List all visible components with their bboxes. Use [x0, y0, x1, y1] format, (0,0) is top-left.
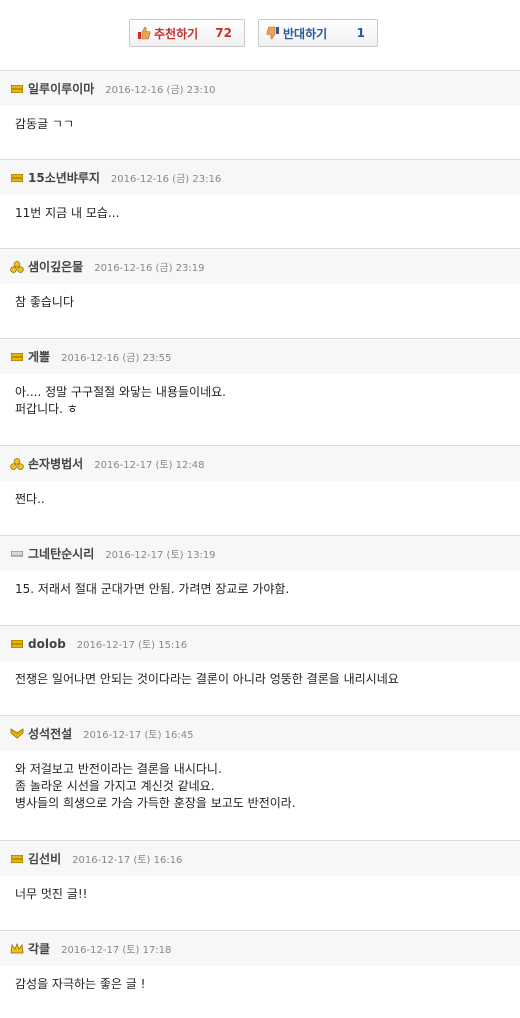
comment-line: 너무 멋진 글!!	[15, 887, 88, 901]
comment-item: 일루이루이마 2016-12-16 (금) 23:10 감동글 ㄱㄱ	[0, 70, 520, 159]
comment-line: 쩐다..	[15, 492, 45, 506]
comment-author[interactable]: 각클	[28, 940, 50, 957]
comment-line: 11번 지금 내 모습...	[15, 206, 120, 220]
oppose-label: 반대하기	[283, 26, 328, 41]
comment-line: 병사들의 희생으로 가슴 가득한 훈장을 보고도 반전이라.	[15, 796, 296, 810]
comment-header: 게뽈 2016-12-16 (금) 23:55	[0, 339, 520, 374]
comment-line: 와 저걸보고 반전이라는 결론을 내시다니.	[15, 762, 222, 776]
comment-line: 퍼갑니다. ㅎ	[15, 402, 78, 416]
oppose-button[interactable]: 반대하기 1	[258, 19, 378, 47]
comment-header: 일루이루이마 2016-12-16 (금) 23:10	[0, 71, 520, 106]
comment-author[interactable]: 15소년뱌루지	[28, 169, 100, 186]
comment-line: 아.... 정말 구구절절 와닿는 내용들이네요.	[15, 385, 226, 399]
level-bar-icon	[10, 852, 24, 866]
thumbs-up-icon	[137, 26, 151, 40]
comment-line: 감동글 ㄱㄱ	[15, 117, 75, 131]
comment-body: 감동글 ㄱㄱ	[0, 106, 520, 133]
comment-body: 와 저걸보고 반전이라는 결론을 내시다니. 좀 놀라운 시선을 가지고 계신것…	[0, 751, 520, 812]
comment-date: 2016-12-17 (토) 13:19	[105, 550, 216, 561]
comment-item: 15소년뱌루지 2016-12-16 (금) 23:16 11번 지금 내 모습…	[0, 159, 520, 248]
comment-date: 2016-12-17 (토) 16:45	[83, 730, 194, 741]
level-crown-icon	[10, 942, 24, 956]
comment-item: 성석전설 2016-12-17 (토) 16:45 와 저걸보고 반전이라는 결…	[0, 715, 520, 840]
comment-header: 15소년뱌루지 2016-12-16 (금) 23:16	[0, 160, 520, 195]
oppose-count: 1	[356, 26, 365, 40]
comment-body: 전쟁은 일어나면 안되는 것이다라는 결론이 아니라 엉뚱한 결론을 내리시네요	[0, 661, 520, 688]
comment-body: 11번 지금 내 모습...	[0, 195, 520, 222]
comment-date: 2016-12-17 (토) 12:48	[94, 460, 205, 471]
comment-author[interactable]: dolob	[28, 637, 66, 651]
recommend-button[interactable]: 추천하기 72	[129, 19, 245, 47]
comment-date: 2016-12-16 (금) 23:19	[94, 263, 205, 274]
comment-date: 2016-12-17 (토) 17:18	[61, 945, 172, 956]
comment-header: 각클 2016-12-17 (토) 17:18	[0, 931, 520, 966]
thumbs-down-icon	[266, 26, 280, 40]
level-bar-icon	[10, 637, 24, 651]
comment-header: 김선비 2016-12-17 (토) 16:16	[0, 841, 520, 876]
comment-line: 감성을 자극하는 좋은 글 !	[15, 977, 146, 991]
level-chevron-icon	[10, 727, 24, 741]
level-bar-icon	[10, 82, 24, 96]
comment-body: 너무 멋진 글!!	[0, 876, 520, 903]
comment-header: 성석전설 2016-12-17 (토) 16:45	[0, 716, 520, 751]
comment-header: 그네탄순시리 2016-12-17 (토) 13:19	[0, 536, 520, 571]
comment-line: 좀 놀라운 시선을 가지고 계신것 같네요.	[15, 779, 215, 793]
comment-line: 15. 저래서 절대 군대가면 안됨. 가려면 장교로 가야함.	[15, 582, 290, 596]
comment-line: 전쟁은 일어나면 안되는 것이다라는 결론이 아니라 엉뚱한 결론을 내리시네요	[15, 672, 399, 686]
comment-header: dolob 2016-12-17 (토) 15:16	[0, 626, 520, 661]
recommend-label: 추천하기	[154, 26, 199, 41]
comment-header: 손자병법서 2016-12-17 (토) 12:48	[0, 446, 520, 481]
comment-date: 2016-12-16 (금) 23:55	[61, 353, 172, 364]
comment-item: 김선비 2016-12-17 (토) 16:16 너무 멋진 글!!	[0, 840, 520, 930]
level-line-icon	[10, 547, 24, 561]
comment-list: 일루이루이마 2016-12-16 (금) 23:10 감동글 ㄱㄱ 15소년뱌…	[0, 70, 520, 1018]
comment-body: 15. 저래서 절대 군대가면 안됨. 가려면 장교로 가야함.	[0, 571, 520, 598]
comment-item: 샘이깊은물 2016-12-16 (금) 23:19 참 좋습니다	[0, 248, 520, 338]
comment-body: 아.... 정말 구구절절 와닿는 내용들이네요. 퍼갑니다. ㅎ	[0, 374, 520, 418]
level-gold-icon	[10, 457, 24, 471]
comment-body: 참 좋습니다	[0, 284, 520, 311]
comment-item: 그네탄순시리 2016-12-17 (토) 13:19 15. 저래서 절대 군…	[0, 535, 520, 625]
comment-line: 참 좋습니다	[15, 295, 75, 309]
comment-date: 2016-12-17 (토) 15:16	[76, 640, 188, 651]
recommend-count: 72	[215, 26, 232, 40]
comment-author[interactable]: 샘이깊은물	[28, 258, 83, 275]
level-bar-icon	[10, 171, 24, 185]
comment-author[interactable]: 그네탄순시리	[28, 545, 94, 562]
comment-date: 2016-12-16 (금) 23:10	[105, 85, 216, 96]
comment-author[interactable]: 김선비	[28, 850, 61, 867]
comment-date: 2016-12-17 (토) 16:16	[72, 855, 183, 866]
comment-item: 게뽈 2016-12-16 (금) 23:55 아.... 정말 구구절절 와닿…	[0, 338, 520, 445]
comment-body: 쩐다..	[0, 481, 520, 508]
comment-author[interactable]: 손자병법서	[28, 455, 83, 472]
level-gold-icon	[10, 260, 24, 274]
comment-header: 샘이깊은물 2016-12-16 (금) 23:19	[0, 249, 520, 284]
comment-body: 감성을 자극하는 좋은 글 !	[0, 966, 520, 993]
comment-item: dolob 2016-12-17 (토) 15:16 전쟁은 일어나면 안되는 …	[0, 625, 520, 715]
comment-item: 손자병법서 2016-12-17 (토) 12:48 쩐다..	[0, 445, 520, 535]
comment-date: 2016-12-16 (금) 23:16	[110, 174, 222, 185]
vote-bar: 추천하기 72 반대하기 1	[0, 0, 520, 70]
comment-author[interactable]: 게뽈	[28, 348, 50, 365]
comment-author[interactable]: 일루이루이마	[28, 80, 94, 97]
comment-author[interactable]: 성석전설	[28, 725, 72, 742]
level-bar-icon	[10, 350, 24, 364]
comment-item: 각클 2016-12-17 (토) 17:18 감성을 자극하는 좋은 글 !	[0, 930, 520, 1018]
